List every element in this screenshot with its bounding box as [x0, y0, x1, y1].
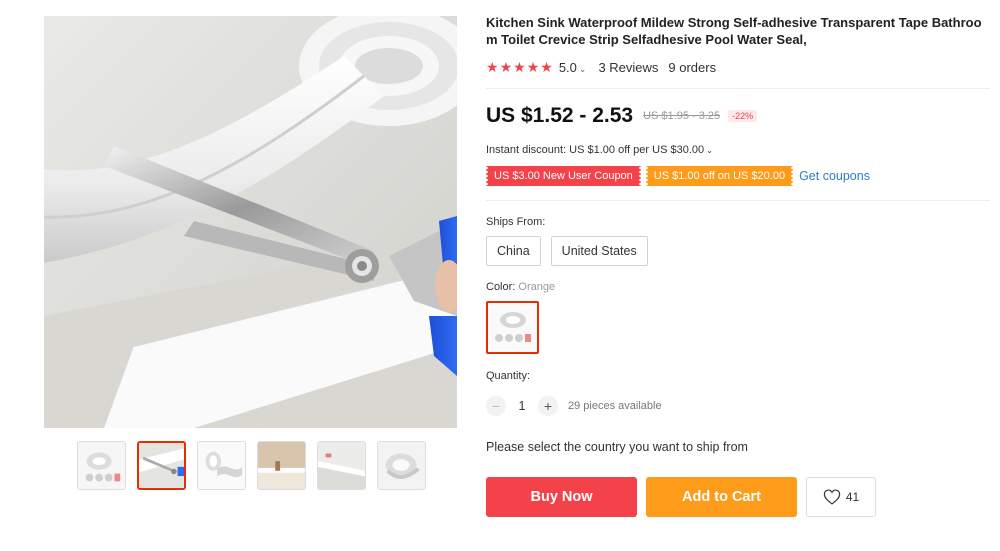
divider	[486, 200, 990, 201]
buy-now-button[interactable]: Buy Now	[486, 477, 637, 517]
instant-discount[interactable]: Instant discount: US $1.00 off per US $3…	[486, 144, 713, 156]
wishlist-count: 41	[845, 490, 860, 504]
chevron-down-icon: ⌄	[578, 63, 587, 74]
action-buttons: Buy Now Add to Cart 41	[486, 477, 876, 517]
ship-country-message: Please select the country you want to sh…	[486, 440, 748, 454]
original-price: US $1.95 - 3.25	[643, 110, 721, 122]
star-icon: ★	[526, 59, 540, 75]
orders-count: 9 orders	[668, 59, 717, 75]
wishlist-button[interactable]: 41	[806, 477, 876, 517]
ship-option-china[interactable]: China	[486, 236, 541, 266]
main-product-image[interactable]	[44, 16, 457, 428]
new-user-coupon[interactable]: US $3.00 New User Coupon	[485, 166, 642, 186]
add-to-cart-button[interactable]: Add to Cart	[646, 477, 797, 517]
color-swatch-orange[interactable]	[486, 301, 539, 354]
star-icon: ★	[486, 59, 499, 75]
thumbnail-3[interactable]	[197, 441, 246, 490]
quantity-value[interactable]: 1	[506, 399, 538, 413]
product-info: Kitchen Sink Waterproof Mildew Strong Se…	[486, 14, 990, 76]
star-icon: ★	[513, 59, 526, 75]
star-icon: ★	[499, 59, 513, 75]
chevron-down-icon: ⌄	[706, 146, 713, 155]
thumbnail-6[interactable]	[377, 441, 426, 490]
quantity-label: Quantity:	[486, 370, 531, 382]
quantity-decrease-button[interactable]: −	[486, 396, 506, 416]
discount-badge: -22%	[728, 110, 758, 122]
heart-icon	[823, 489, 841, 505]
ships-from-options: China United States	[486, 236, 648, 266]
color-selected-value: Orange	[518, 281, 556, 293]
product-title: Kitchen Sink Waterproof Mildew Strong Se…	[486, 15, 982, 47]
thumbnail-4[interactable]	[257, 441, 306, 490]
store-coupon[interactable]: US $1.00 off on US $20.00	[644, 166, 795, 186]
rating-value-dropdown[interactable]: 5.0 ⌄	[559, 60, 587, 75]
thumbnail-2[interactable]	[137, 441, 186, 490]
rating-stars: ★ ★ ★ ★ ★	[486, 60, 553, 74]
quantity-available: 29 pieces available	[568, 400, 662, 412]
get-coupons-link[interactable]: Get coupons	[799, 169, 870, 183]
reviews-link[interactable]: 3 Reviews	[598, 60, 658, 75]
price-row: US $1.52 - 2.53 US $1.95 - 3.25 -22%	[486, 104, 758, 128]
quantity-increase-button[interactable]: +	[538, 396, 558, 416]
ship-option-united-states[interactable]: United States	[550, 236, 648, 266]
coupon-row: US $3.00 New User Coupon US $1.00 off on…	[485, 166, 870, 186]
star-icon: ★	[540, 59, 553, 75]
rating-row: ★ ★ ★ ★ ★ 5.0 ⌄ 3 Reviews 9 orders	[486, 58, 990, 76]
ships-from-label: Ships From:	[486, 216, 546, 228]
divider	[486, 88, 990, 89]
current-price: US $1.52 - 2.53	[486, 104, 634, 127]
thumbnail-5[interactable]	[317, 441, 366, 490]
thumbnail-strip	[77, 441, 426, 490]
quantity-stepper: − 1 + 29 pieces available	[486, 396, 662, 416]
thumbnail-1[interactable]	[77, 441, 126, 490]
color-label: Color: Orange	[486, 281, 556, 293]
